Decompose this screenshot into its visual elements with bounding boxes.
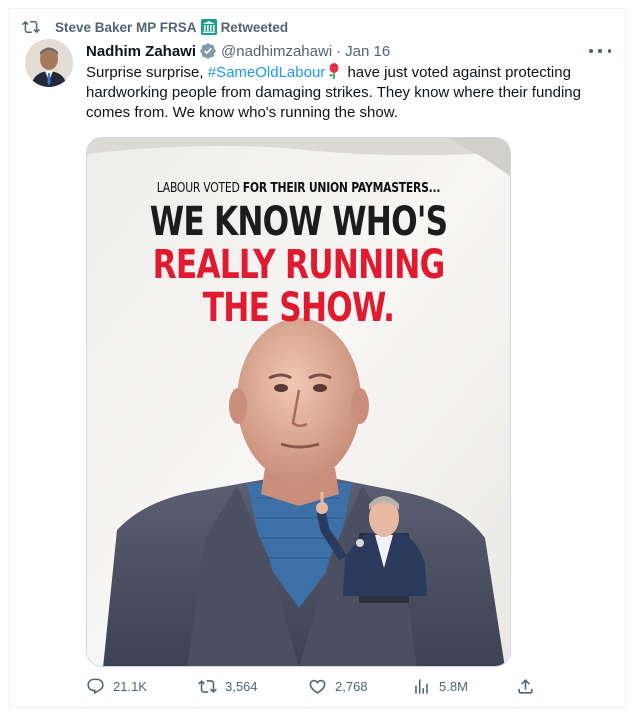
reply-button[interactable]: 21.1K bbox=[86, 677, 147, 696]
heart-icon bbox=[309, 679, 326, 694]
tweet-text: Surprise surprise, #SameOldLabour have j… bbox=[86, 63, 610, 123]
more-dot-icon bbox=[598, 49, 602, 53]
tweet-actions: 21.1K 3,564 2,768 5.8M bbox=[86, 677, 536, 699]
retweeter-name[interactable]: Steve Baker MP FRSA bbox=[55, 20, 197, 35]
retweet-count: 3,564 bbox=[225, 679, 258, 694]
poster-subheadline-bold: FOR THEIR UNION PAYMASTERS... bbox=[242, 180, 441, 196]
retweet-context: Steve Baker MP FRSA Retweeted bbox=[22, 17, 289, 37]
retweet-icon bbox=[22, 20, 40, 34]
poster-headline-line-3: THE SHOW. bbox=[202, 285, 395, 331]
poster-subheadline: LABOUR VOTED FOR THEIR UNION PAYMASTERS.… bbox=[129, 180, 467, 196]
poster-headline-line-1: WE KNOW WHO'S bbox=[149, 199, 448, 245]
share-button[interactable] bbox=[516, 677, 543, 696]
rose-emoji-icon bbox=[329, 63, 339, 79]
retweeted-label: Retweeted bbox=[220, 19, 289, 35]
tweet-image[interactable]: LABOUR VOTED FOR THEIR UNION PAYMASTERS.… bbox=[86, 137, 511, 667]
header-separator: · bbox=[336, 42, 342, 60]
government-badge-icon bbox=[200, 19, 217, 35]
tweet-card[interactable]: Steve Baker MP FRSA Retweeted Nadhim Zah… bbox=[8, 8, 626, 708]
views-button[interactable]: 5.8M bbox=[412, 677, 468, 696]
more-options-button[interactable] bbox=[589, 42, 611, 60]
reply-count: 21.1K bbox=[113, 679, 147, 694]
tweet-text-start: Surprise surprise, bbox=[86, 64, 208, 81]
avatar[interactable] bbox=[25, 39, 73, 87]
user-handle[interactable]: @nadhimzahawi bbox=[221, 43, 332, 60]
more-dot-icon bbox=[589, 49, 593, 53]
more-dot-icon bbox=[607, 49, 611, 53]
views-chart-icon bbox=[415, 679, 428, 694]
tweet-header: Nadhim Zahawi @nadhimzahawi · Jan 16 bbox=[86, 42, 390, 60]
avatar-portrait-icon bbox=[25, 39, 73, 87]
tweet-date[interactable]: Jan 16 bbox=[345, 43, 390, 60]
like-count: 2,768 bbox=[335, 679, 368, 694]
retweet-button[interactable]: 3,564 bbox=[198, 677, 258, 696]
share-icon bbox=[518, 679, 533, 694]
retweet-icon bbox=[198, 680, 217, 693]
views-count: 5.8M bbox=[439, 679, 468, 694]
display-name[interactable]: Nadhim Zahawi bbox=[86, 43, 196, 60]
like-button[interactable]: 2,768 bbox=[308, 677, 368, 696]
hashtag-link[interactable]: #SameOldLabour bbox=[208, 64, 326, 81]
poster-headline-line-2: REALLY RUNNING bbox=[152, 242, 446, 288]
reply-icon bbox=[87, 678, 104, 695]
verified-badge-icon bbox=[200, 43, 216, 59]
poster-subheadline-plain: LABOUR VOTED bbox=[156, 180, 243, 196]
